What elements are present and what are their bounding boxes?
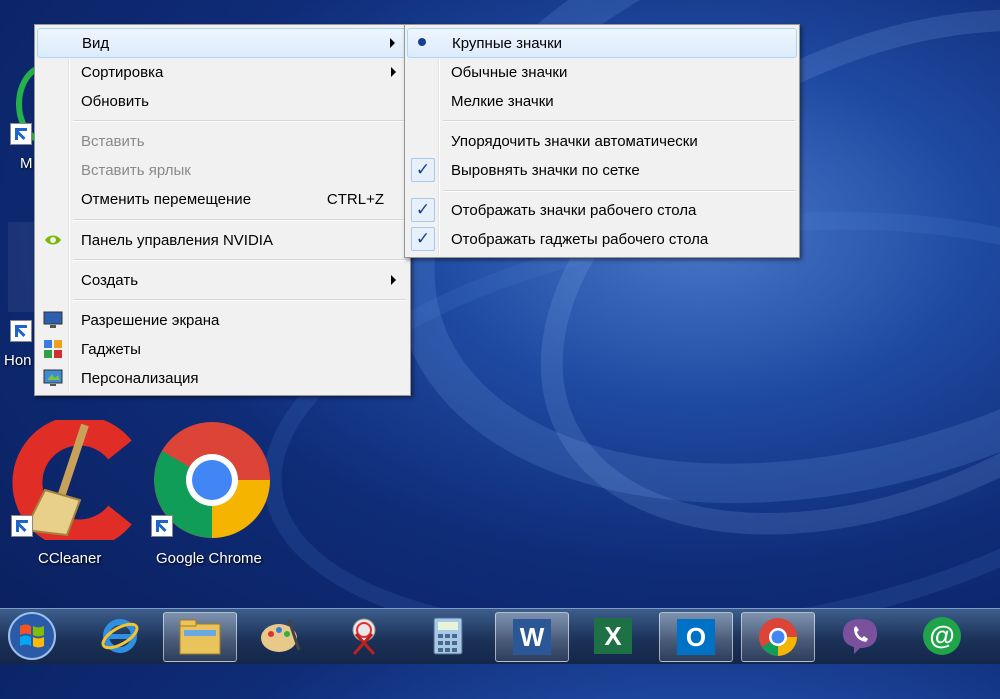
menu-separator (443, 190, 795, 192)
taskbar-outlook[interactable]: O (659, 612, 733, 662)
calculator-icon (433, 617, 463, 655)
chrome-icon (759, 618, 797, 656)
submenu-arrow-icon (390, 38, 395, 48)
internet-explorer-icon (101, 619, 139, 653)
submenu-item-medium-icons[interactable]: Обычные значки (407, 58, 797, 86)
menu-item-refresh[interactable]: Обновить (37, 87, 408, 115)
menu-item-paste: Вставить (81, 133, 145, 150)
shortcut-arrow-icon (10, 320, 32, 342)
submenu-item-auto-arrange[interactable]: Упорядочить значки автоматически (407, 127, 797, 155)
menu-item-gadgets[interactable]: Гаджеты (37, 335, 408, 363)
taskbar-paint[interactable] (245, 612, 317, 660)
checkmark-icon: ✓ (411, 198, 435, 222)
menu-item-view[interactable]: Вид (37, 28, 408, 58)
taskbar-mail-agent[interactable]: @ (906, 612, 978, 660)
taskbar-internet-explorer[interactable] (84, 612, 156, 660)
menu-separator (73, 259, 406, 261)
desktop-icon-label: Hon (4, 352, 32, 369)
menu-separator (73, 120, 406, 122)
shortcut-arrow-icon (11, 515, 33, 537)
submenu-arrow-icon (391, 275, 396, 285)
menu-separator (73, 219, 406, 221)
shortcut-arrow-icon (10, 123, 32, 145)
desktop-icon-label: CCleaner (38, 550, 102, 567)
taskbar-calculator[interactable] (412, 612, 484, 660)
checkmark-icon: ✓ (411, 158, 435, 182)
taskbar-excel[interactable]: X (577, 612, 649, 660)
shortcut-arrow-icon (151, 515, 173, 537)
menu-item-personalize[interactable]: Персонализация (37, 364, 408, 392)
radio-selected-icon (418, 38, 426, 46)
gadgets-icon (44, 340, 62, 358)
menu-item-sort[interactable]: Сортировка (37, 58, 408, 86)
mail-agent-icon: @ (923, 617, 961, 655)
viber-icon (843, 619, 877, 654)
taskbar-viber[interactable] (824, 612, 896, 660)
desktop-context-menu: Вид Сортировка Обновить Вставить Вставит… (34, 24, 411, 396)
taskbar-file-explorer[interactable] (163, 612, 237, 662)
menu-item-paste-shortcut: Вставить ярлык (81, 162, 191, 179)
nvidia-icon (45, 235, 61, 245)
personalize-icon (43, 369, 63, 386)
taskbar-chrome[interactable] (741, 612, 815, 662)
outlook-icon: O (677, 619, 715, 655)
menu-separator (443, 120, 795, 122)
monitor-icon (43, 311, 63, 328)
checkmark-icon: ✓ (411, 227, 435, 251)
snipping-tool-icon (352, 618, 376, 656)
file-explorer-icon (179, 619, 221, 655)
word-icon: W (513, 619, 551, 655)
desktop-icon-google-chrome[interactable]: Google Chrome (148, 420, 278, 575)
menu-item-undo-move[interactable]: Отменить перемещение CTRL+Z (37, 185, 408, 213)
menu-separator (73, 299, 406, 301)
taskbar: W X O @ (0, 608, 1000, 664)
desktop-icon-label: Google Chrome (156, 550, 262, 567)
taskbar-word[interactable]: W (495, 612, 569, 662)
menu-item-nvidia-control-panel[interactable]: Панель управления NVIDIA (37, 226, 408, 254)
submenu-item-show-desktop-icons[interactable]: ✓ Отображать значки рабочего стола (407, 196, 797, 224)
submenu-item-show-gadgets[interactable]: ✓ Отображать гаджеты рабочего стола (407, 225, 797, 253)
shortcut-label: CTRL+Z (326, 191, 384, 208)
paint-icon (261, 619, 301, 652)
menu-item-screen-resolution[interactable]: Разрешение экрана (37, 306, 408, 334)
submenu-item-align-to-grid[interactable]: ✓ Выровнять значки по сетке (407, 156, 797, 184)
desktop-icon-ccleaner[interactable]: CCleaner (5, 420, 140, 575)
submenu-item-small-icons[interactable]: Мелкие значки (407, 87, 797, 115)
start-button[interactable] (0, 612, 64, 660)
windows-start-icon (8, 612, 56, 660)
desktop-icon-label: M (20, 155, 33, 172)
taskbar-snipping-tool[interactable] (328, 612, 400, 660)
view-submenu: Крупные значки Обычные значки Мелкие зна… (404, 24, 800, 258)
submenu-arrow-icon (391, 67, 396, 77)
submenu-item-large-icons[interactable]: Крупные значки (407, 28, 797, 58)
excel-icon: X (594, 618, 632, 654)
menu-item-new[interactable]: Создать (37, 266, 408, 294)
